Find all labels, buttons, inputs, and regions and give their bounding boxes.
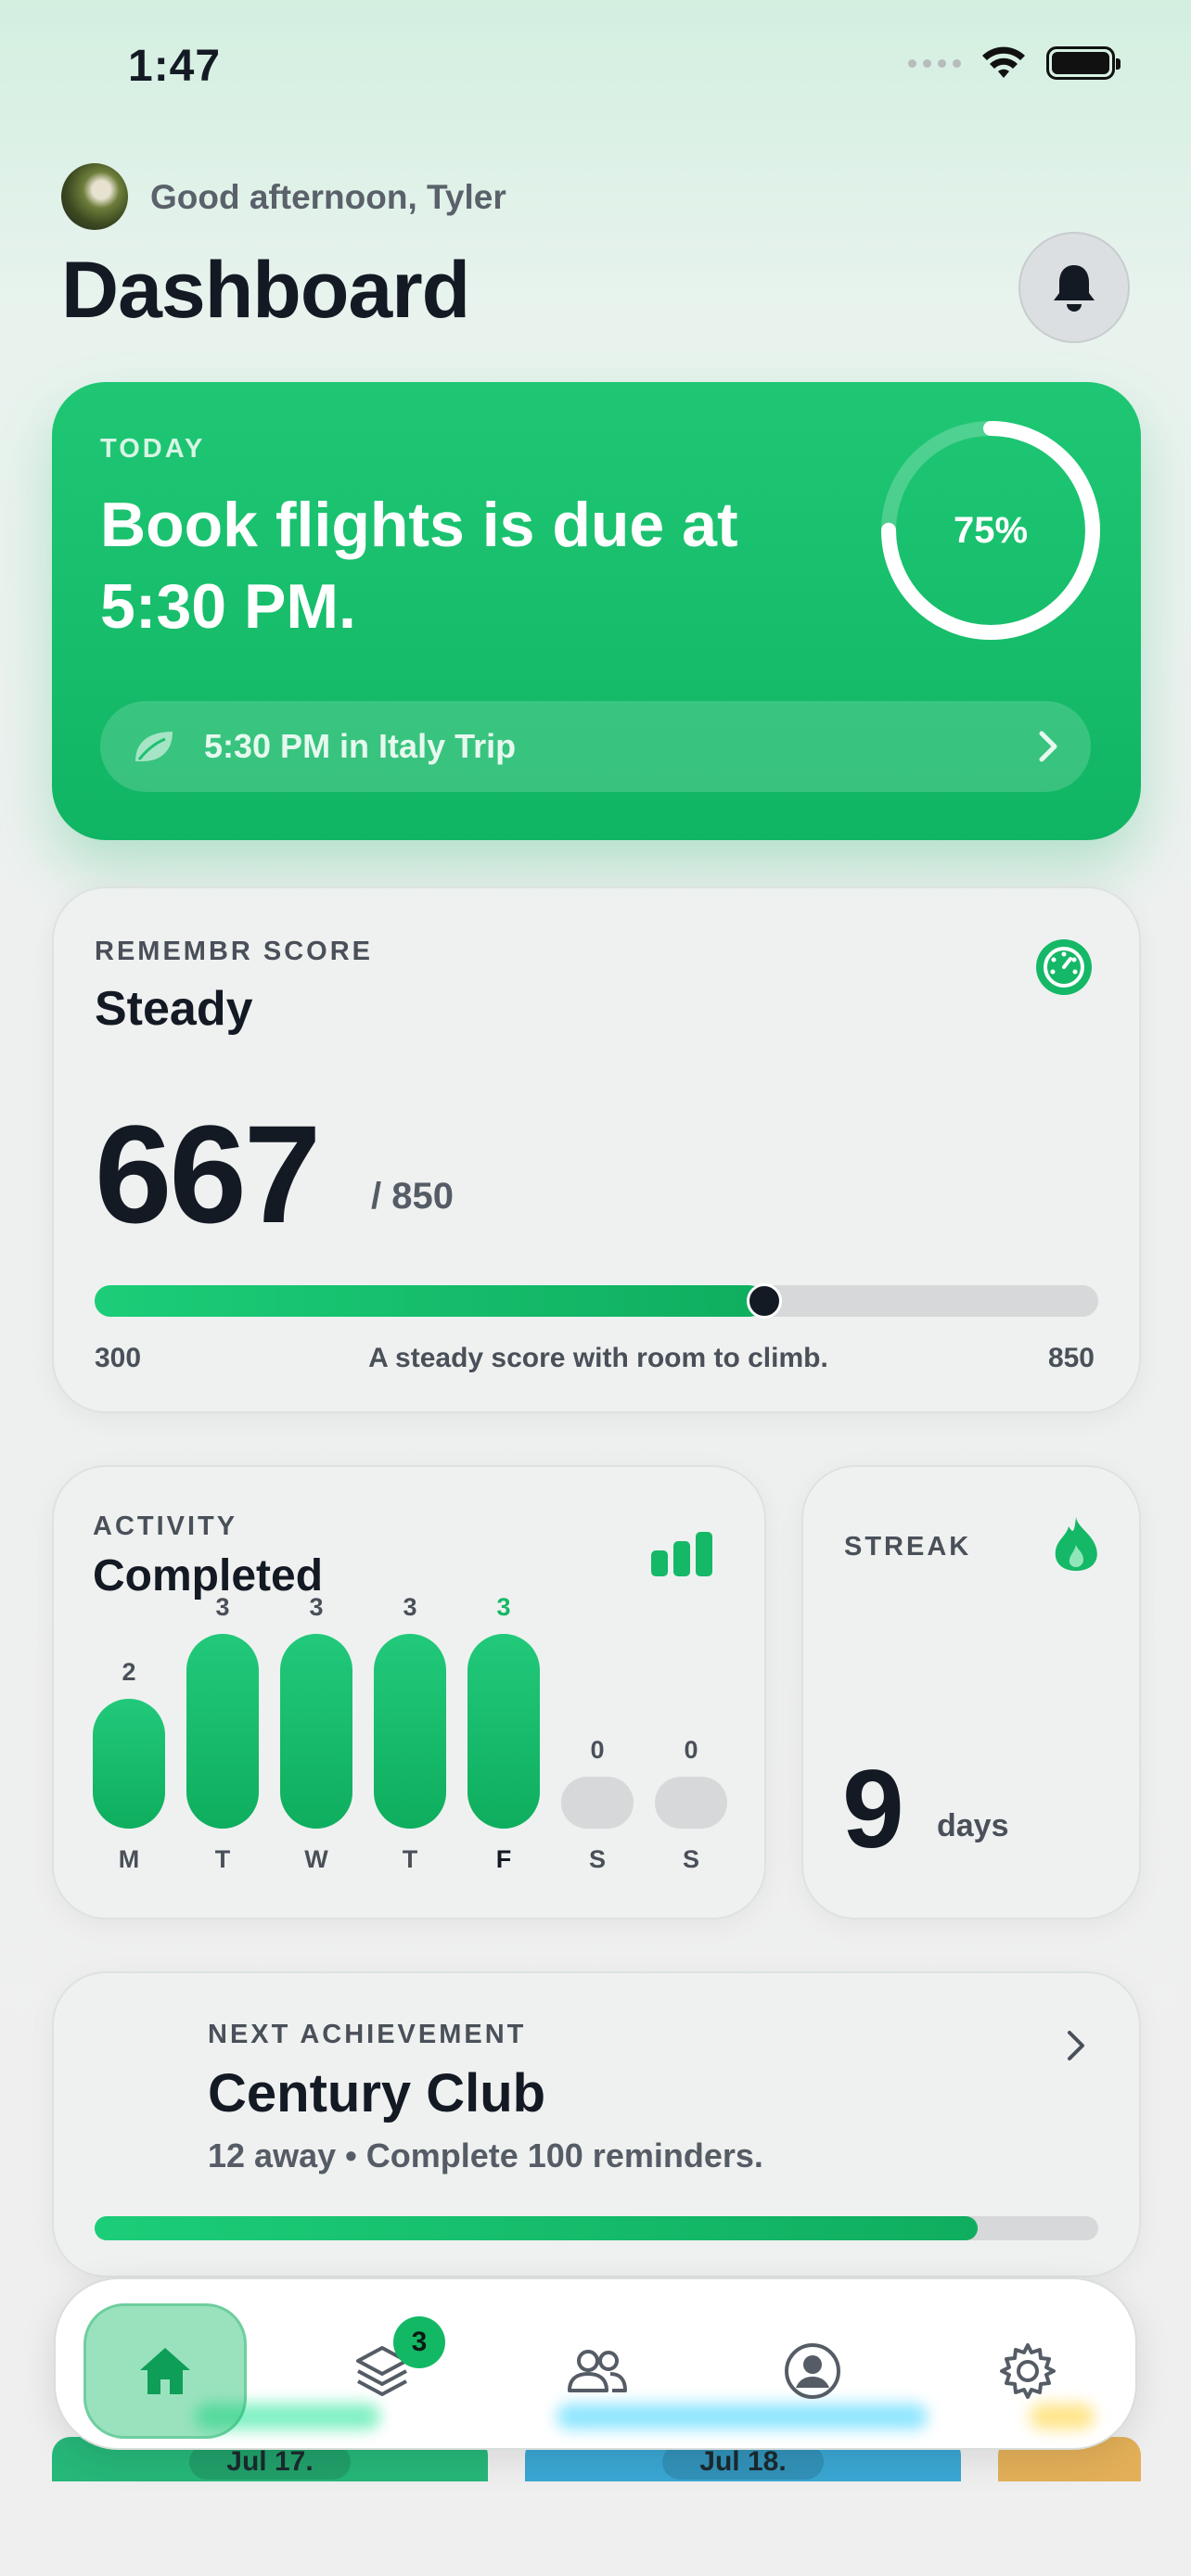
leaf-icon — [135, 732, 173, 761]
people-icon — [568, 2350, 627, 2392]
activity-bar — [280, 1634, 352, 1829]
profile-icon — [785, 2343, 840, 2399]
tab-people[interactable] — [516, 2303, 679, 2439]
score-fill — [95, 1285, 764, 1317]
score-eyebrow: REMEMBR SCORE — [95, 937, 374, 966]
avatar[interactable] — [61, 163, 128, 230]
activity-eyebrow: ACTIVITY — [93, 1511, 238, 1541]
bar-chart-icon — [651, 1532, 712, 1576]
achievement-description: 12 away • Complete 100 reminders. — [208, 2136, 763, 2174]
signal-icon — [908, 58, 961, 68]
status-icons — [908, 46, 1121, 80]
achievement-eyebrow: NEXT ACHIEVEMENT — [208, 2020, 527, 2049]
status-time: 1:47 — [128, 42, 222, 91]
activity-bar-count: 3 — [403, 1593, 417, 1621]
achievement-progress — [95, 2216, 979, 2240]
activity-bar — [561, 1777, 634, 1829]
today-title: Book flights is due at 5:30 PM. — [100, 490, 738, 642]
today-task-link[interactable]: 5:30 PM in Italy Trip — [100, 701, 1091, 792]
score-value: 667 — [95, 1096, 321, 1252]
streak-card[interactable]: STREAK 9 days — [801, 1465, 1141, 1919]
activity-bar-count: 0 — [590, 1736, 605, 1764]
activity-bar — [374, 1634, 446, 1829]
activity-bar-count: 3 — [309, 1593, 324, 1621]
chevron-right-icon[interactable] — [1065, 2029, 1087, 2062]
activity-day-label: T — [402, 1845, 418, 1873]
today-eyebrow: TODAY — [100, 434, 206, 464]
activity-card[interactable]: ACTIVITY Completed 2M3T3W3T3F0S0S — [52, 1465, 766, 1919]
activity-day-label: S — [588, 1845, 606, 1873]
greeting: Good afternoon, Tyler — [150, 178, 506, 216]
page-title: Dashboard — [61, 246, 470, 335]
score-max: / 850 — [371, 1176, 454, 1217]
notifications-button[interactable] — [1018, 232, 1130, 343]
tab-lists[interactable]: 3 — [301, 2303, 464, 2439]
today-card[interactable]: TODAY Book flights is due at 5:30 PM. 75… — [52, 382, 1141, 840]
score-max-label: 850 — [1047, 1343, 1095, 1373]
flame-icon — [1055, 1517, 1097, 1571]
achievement-card[interactable]: NEXT ACHIEVEMENT Century Club 12 away • … — [52, 1971, 1141, 2277]
activity-day-label: T — [214, 1845, 231, 1873]
activity-day-label: W — [304, 1845, 328, 1873]
streak-unit: days — [937, 1808, 1009, 1843]
score-card[interactable]: REMEMBR SCORE Steady 667 / 850 300 A ste… — [52, 886, 1141, 1413]
activity-bar — [655, 1777, 727, 1829]
activity-day-label: M — [118, 1845, 140, 1873]
activity-bar-count: 0 — [684, 1736, 698, 1764]
activity-bar-count: 3 — [496, 1593, 511, 1621]
tab-settings[interactable] — [946, 2303, 1109, 2439]
gear-icon — [1000, 2343, 1056, 2399]
activity-day-label: F — [495, 1845, 512, 1873]
today-link-text: 5:30 PM in Italy Trip — [204, 727, 517, 765]
chevron-right-icon — [1039, 731, 1057, 762]
bell-icon — [1054, 265, 1095, 312]
home-icon — [140, 2348, 190, 2394]
streak-eyebrow: STREAK — [844, 1532, 972, 1562]
activity-bar — [467, 1634, 540, 1829]
tab-bar: 3 — [54, 2277, 1137, 2450]
gauge-icon — [1036, 939, 1092, 995]
score-knob — [746, 1283, 782, 1319]
achievement-title: Century Club — [208, 2063, 546, 2123]
activity-bar-count: 3 — [215, 1593, 230, 1621]
activity-bar — [93, 1699, 165, 1829]
today-progress-label: 75% — [953, 509, 1029, 551]
score-caption: A steady score with room to climb. — [368, 1343, 828, 1373]
activity-bar — [186, 1634, 259, 1829]
wifi-icon — [982, 46, 1025, 78]
battery-icon — [1046, 46, 1121, 80]
tab-home[interactable] — [83, 2303, 247, 2439]
activity-bar-count: 2 — [122, 1658, 136, 1686]
tab-profile[interactable] — [731, 2303, 894, 2439]
activity-day-label: S — [682, 1845, 699, 1873]
lists-badge: 3 — [393, 2316, 445, 2368]
score-status: Steady — [95, 982, 253, 1036]
streak-value: 9 — [842, 1747, 904, 1871]
activity-bars: 2 M 3 T 3 W 3 T 3 F 0 S 0 S — [93, 1593, 736, 1884]
